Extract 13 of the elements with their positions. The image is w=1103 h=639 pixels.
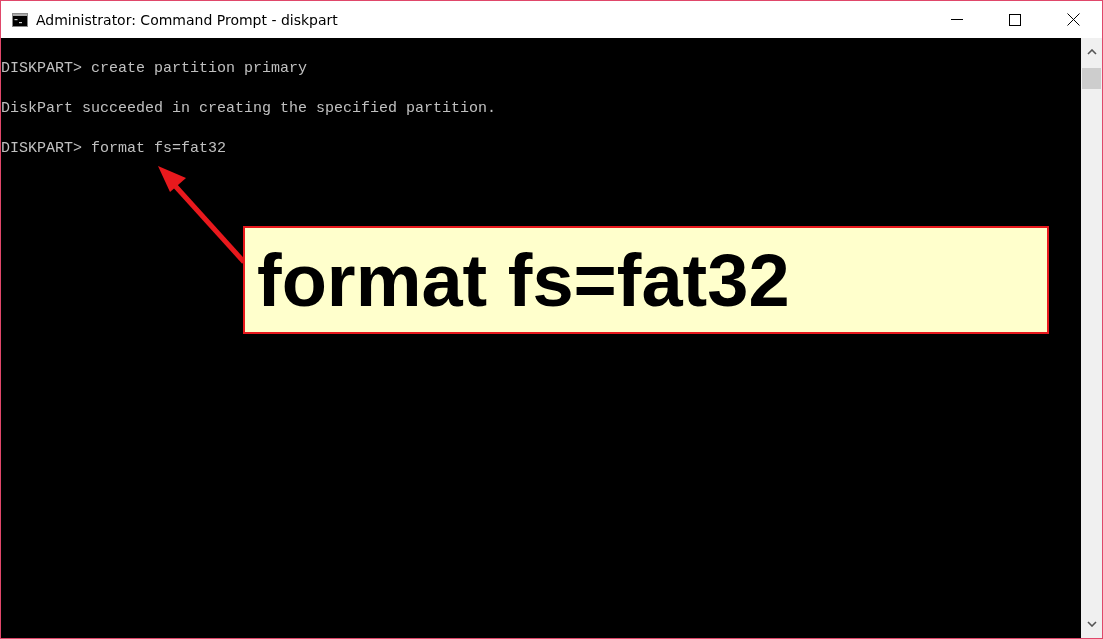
minimize-icon (951, 19, 963, 20)
console-line: DISKPART> create partition primary (1, 60, 308, 77)
scrollbar[interactable] (1081, 38, 1102, 638)
console-app-icon (12, 12, 28, 27)
callout-text: format fs=fat32 (257, 237, 790, 323)
maximize-icon (1009, 13, 1021, 26)
scroll-down-icon[interactable] (1086, 621, 1097, 627)
window-title: Administrator: Command Prompt - diskpart (36, 11, 338, 28)
scroll-up-icon[interactable] (1086, 49, 1097, 55)
close-icon (1066, 13, 1080, 26)
scroll-thumb[interactable] (1082, 68, 1101, 89)
console-line: DISKPART> format fs=fat32 (1, 140, 227, 157)
console-line: DiskPart succeeded in creating the specified partition. (1, 100, 497, 117)
